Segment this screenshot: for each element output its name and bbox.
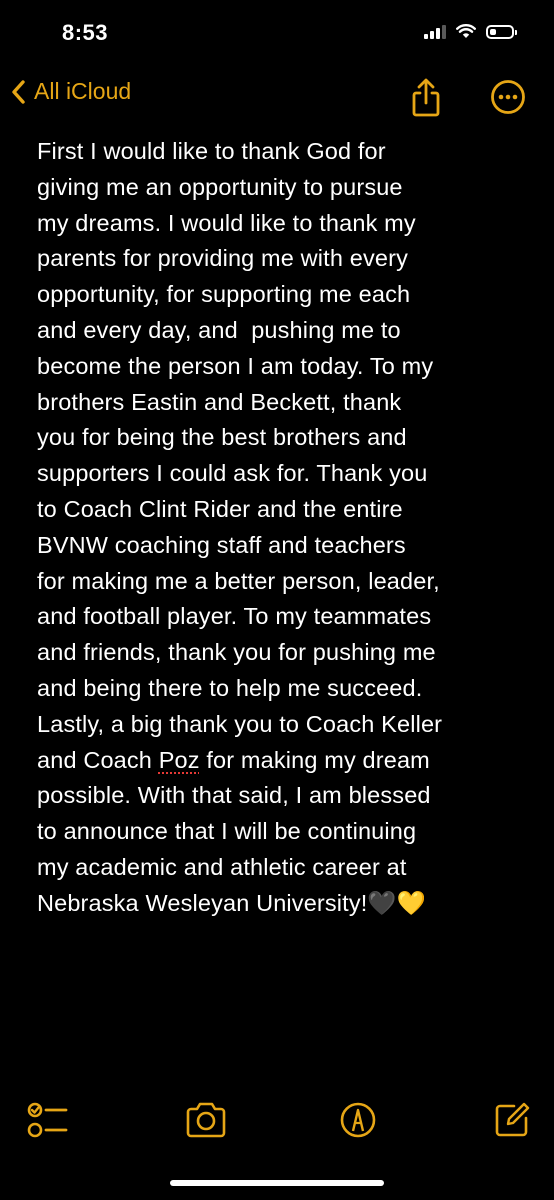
back-button-label: All iCloud <box>34 78 132 104</box>
more-options-button[interactable] <box>489 78 527 121</box>
note-line: and Coach <box>37 746 159 773</box>
note-line: opportunity, for supporting me each <box>37 281 411 308</box>
status-icons <box>424 24 517 39</box>
note-line: my academic and athletic career at <box>37 853 407 880</box>
checklist-button[interactable] <box>26 1100 70 1145</box>
chevron-left-icon <box>12 79 25 104</box>
checklist-icon <box>27 1102 68 1138</box>
note-line: and friends, thank you for pushing me <box>37 639 436 666</box>
markup-pen-icon <box>340 1102 376 1138</box>
note-line: for making me a better person, leader, <box>37 567 440 594</box>
note-body[interactable]: First I would like to thank God for givi… <box>37 134 537 922</box>
note-line: my dreams. I would like to thank my <box>37 209 416 236</box>
status-time: 8:53 <box>62 20 109 45</box>
wifi-icon <box>456 24 476 38</box>
note-line: to announce that I will be continuing <box>37 818 417 845</box>
note-line: and being there to help me succeed. <box>37 674 423 701</box>
compose-button[interactable] <box>492 1100 532 1145</box>
note-line: parents for providing me with every <box>37 245 408 272</box>
cellular-signal-icon <box>424 24 446 39</box>
battery-icon <box>486 24 517 39</box>
note-line: Lastly, a big thank you to Coach Keller <box>37 710 443 737</box>
note-line: become the person I am today. To my <box>37 352 434 379</box>
note-line: and football player. To my teammates <box>37 603 432 630</box>
status-bar: 8:53 <box>0 0 554 70</box>
note-line: possible. With that said, I am blessed <box>37 782 431 809</box>
note-line: you for being the best brothers and <box>37 424 407 451</box>
camera-icon <box>186 1102 226 1138</box>
note-line: giving me an opportunity to pursue <box>37 173 403 200</box>
home-indicator[interactable] <box>170 1180 384 1186</box>
misspelled-word[interactable]: Poz <box>159 747 200 773</box>
back-button[interactable]: All iCloud <box>10 78 131 105</box>
note-line: to Coach Clint Rider and the entire <box>37 495 403 522</box>
note-line: Nebraska Wesleyan University!🖤💛 <box>37 889 427 916</box>
ellipsis-circle-icon <box>491 80 525 114</box>
compose-icon <box>495 1102 530 1137</box>
navigation-bar: All iCloud <box>0 70 554 126</box>
note-line: and every day, and pushing me to <box>37 316 401 343</box>
note-line: brothers Eastin and Beckett, thank <box>37 388 402 415</box>
note-line: for making my dream <box>199 746 430 773</box>
camera-button[interactable] <box>183 1100 229 1145</box>
note-line: First I would like to thank God for <box>37 138 386 164</box>
note-line: supporters I could ask for. Thank you <box>37 460 428 487</box>
share-icon <box>412 78 440 117</box>
share-button[interactable] <box>408 78 444 123</box>
bottom-toolbar <box>0 1100 554 1160</box>
note-line: BVNW coaching staff and teachers <box>37 531 406 558</box>
markup-button[interactable] <box>338 1100 378 1145</box>
